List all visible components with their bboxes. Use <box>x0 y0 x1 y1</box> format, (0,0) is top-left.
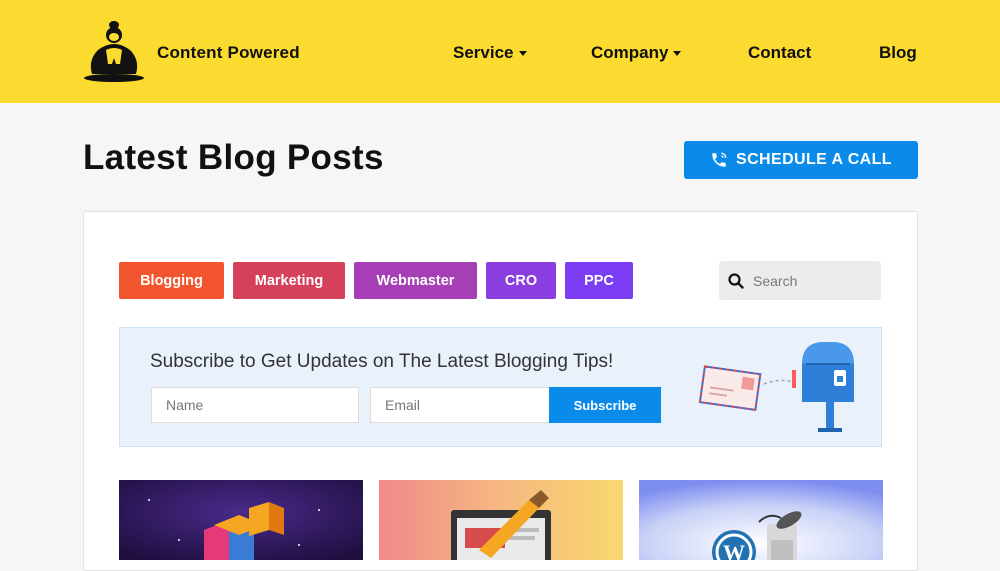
nav-company-label: Company <box>591 43 669 62</box>
name-field[interactable] <box>151 387 359 423</box>
email-field[interactable] <box>370 387 550 423</box>
search-icon <box>728 272 744 289</box>
tag-ppc[interactable]: PPC <box>565 262 633 299</box>
nav-contact[interactable]: Contact <box>748 43 811 63</box>
svg-text:W: W <box>723 540 745 560</box>
post-thumbnail-3[interactable]: W <box>639 480 883 560</box>
tag-blogging[interactable]: Blogging <box>119 262 224 299</box>
sumo-wrestler-logo-icon[interactable] <box>82 20 146 82</box>
post-thumbnail-2[interactable] <box>379 480 623 560</box>
site-header: Content Powered Service Company Contact … <box>0 0 1000 103</box>
search-box[interactable] <box>719 261 881 300</box>
nav-blog[interactable]: Blog <box>879 43 917 63</box>
subscribe-heading: Subscribe to Get Updates on The Latest B… <box>150 351 614 372</box>
subscribe-button[interactable]: Subscribe <box>549 387 661 423</box>
nav-service[interactable]: Service <box>453 43 527 63</box>
chevron-down-icon <box>518 51 527 57</box>
3d-blocks-icon <box>119 480 363 560</box>
nav-company[interactable]: Company <box>591 43 682 63</box>
schedule-call-label: SCHEDULE A CALL <box>736 151 892 168</box>
tag-marketing[interactable]: Marketing <box>233 262 345 299</box>
paint-brush-browser-icon <box>379 480 623 560</box>
tag-cro[interactable]: CRO <box>486 262 556 299</box>
search-input[interactable] <box>753 272 863 289</box>
page-title: Latest Blog Posts <box>83 138 384 177</box>
tag-webmaster[interactable]: Webmaster <box>354 262 477 299</box>
post-thumbnail-1[interactable] <box>119 480 363 560</box>
brand-name[interactable]: Content Powered <box>157 43 300 63</box>
mailbox-illustration-icon <box>698 342 854 432</box>
wordpress-trash-icon: W <box>639 480 883 560</box>
schedule-call-button[interactable]: SCHEDULE A CALL <box>684 141 918 179</box>
chevron-down-icon <box>673 51 682 57</box>
nav-service-label: Service <box>453 43 514 62</box>
phone-icon <box>712 152 727 167</box>
